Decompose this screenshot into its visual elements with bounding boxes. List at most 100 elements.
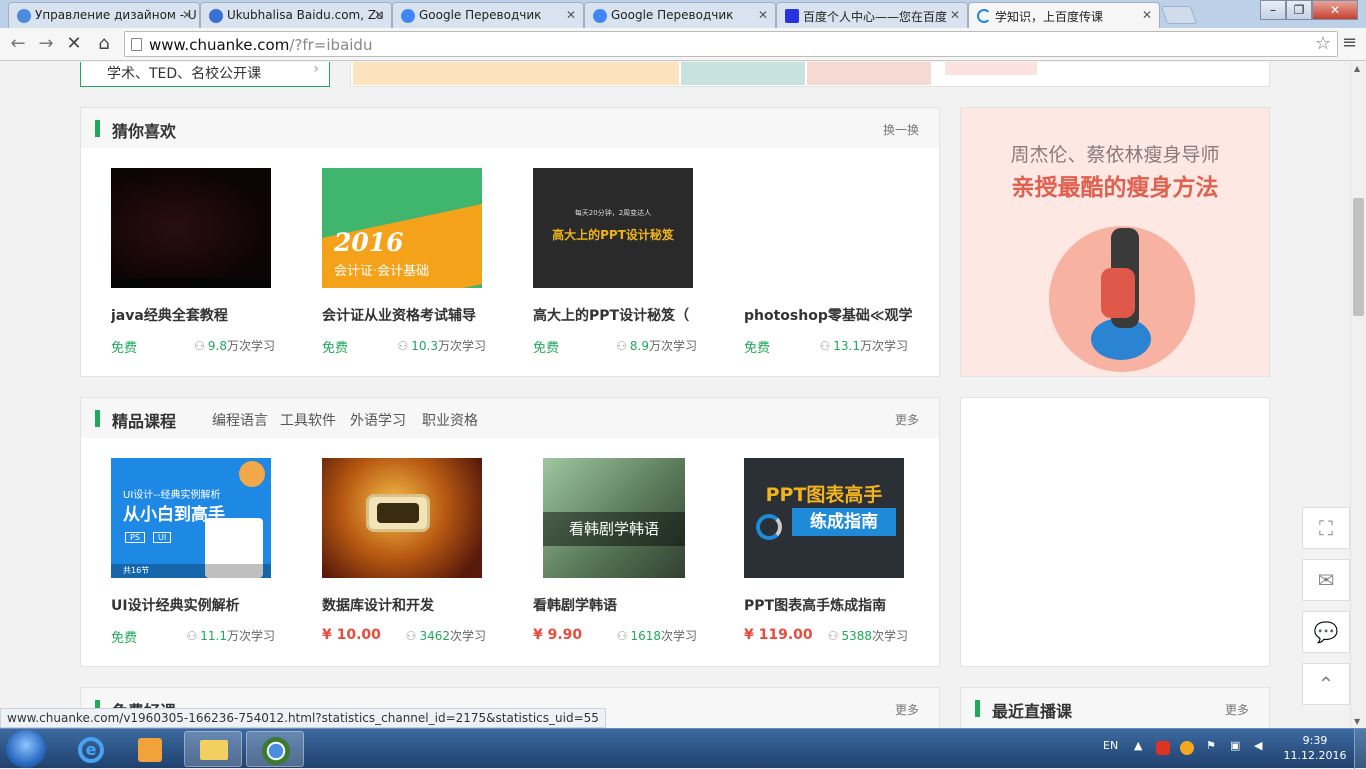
- banner-slide-2[interactable]: [681, 62, 805, 85]
- maximize-button[interactable]: ❐: [1286, 0, 1312, 20]
- user-icon: ⚇: [397, 339, 409, 353]
- close-icon[interactable]: ✕: [374, 8, 384, 22]
- language-indicator[interactable]: EN: [1103, 739, 1118, 752]
- system-clock[interactable]: 9:39 11.12.2016: [1280, 733, 1350, 763]
- taskbar-chrome[interactable]: [246, 731, 304, 767]
- course-thumbnail[interactable]: 每天20分钟，2周变达人 高大上的PPT设计秘笈: [533, 168, 693, 288]
- close-icon[interactable]: ✕: [566, 8, 576, 22]
- tab-4[interactable]: Google Переводчик ✕: [584, 2, 776, 28]
- more-link[interactable]: 更多: [1225, 701, 1249, 718]
- category-tab[interactable]: 外语学习: [350, 410, 406, 430]
- panel-header: 猜你喜欢 换一换: [81, 108, 939, 148]
- course-title[interactable]: PPT图表高手炼成指南: [744, 595, 914, 615]
- category-tab[interactable]: 工具软件: [280, 410, 336, 430]
- message-button[interactable]: ✉: [1302, 559, 1350, 601]
- tab-2[interactable]: Ukubhalisa Baidu.com, Zu ✕: [200, 2, 392, 28]
- close-icon[interactable]: ✕: [758, 8, 768, 22]
- more-link[interactable]: 更多: [895, 411, 919, 428]
- category-link[interactable]: 学术、TED、名校公开课 ›: [80, 62, 330, 87]
- tray-expand-icon[interactable]: ▲: [1134, 739, 1142, 752]
- taskbar-ie[interactable]: e: [62, 731, 120, 767]
- close-icon[interactable]: ✕: [1142, 8, 1152, 22]
- tray-flag-icon[interactable]: ⚑: [1206, 739, 1216, 752]
- vertical-scrollbar[interactable]: ▲ ▼: [1350, 62, 1366, 728]
- menu-icon[interactable]: ≡: [1342, 34, 1357, 52]
- thumb-text: PPT图表高手: [765, 484, 883, 506]
- panel-title: 最近直播课: [992, 702, 1073, 721]
- fitness-ad-banner[interactable]: 周杰伦、蔡依林瘦身导师 亲授最酷的瘦身方法: [960, 107, 1270, 377]
- category-tab[interactable]: 编程语言: [212, 410, 268, 430]
- user-icon: ⚇: [194, 339, 205, 353]
- new-tab-button[interactable]: [1160, 6, 1198, 24]
- browser-toolbar: ← → ✕ ⌂ www.chuanke.com/?fr=ibaidu ☆ ≡: [0, 28, 1366, 61]
- banner-strip[interactable]: [350, 62, 1270, 87]
- course-title[interactable]: UI设计经典实例解析: [111, 595, 281, 615]
- tab-favicon-icon: [209, 9, 223, 23]
- course-thumbnail[interactable]: PPT图表高手 练成指南: [744, 458, 904, 578]
- live-courses-panel: 最近直播课 更多: [960, 687, 1270, 728]
- course-title[interactable]: 看韩剧学韩语: [533, 595, 703, 615]
- start-button[interactable]: [6, 730, 46, 768]
- scroll-up-arrow-icon[interactable]: ▲: [1354, 64, 1360, 73]
- more-link[interactable]: 更多: [895, 701, 919, 718]
- scrollbar-thumb[interactable]: [1353, 198, 1364, 316]
- scroll-down-arrow-icon[interactable]: ▼: [1354, 717, 1360, 726]
- course-price: 免费: [744, 341, 771, 356]
- tab-title: Ukubhalisa Baidu.com, Zu: [227, 8, 384, 22]
- volume-icon[interactable]: ◀: [1254, 739, 1262, 752]
- back-icon[interactable]: ←: [6, 33, 30, 55]
- course-title[interactable]: 会计证从业资格考试辅导: [322, 305, 492, 325]
- address-bar[interactable]: www.chuanke.com/?fr=ibaidu ☆: [124, 31, 1338, 57]
- user-icon: ⚇: [616, 629, 628, 643]
- close-icon[interactable]: ✕: [950, 8, 960, 22]
- course-title[interactable]: 数据库设计和开发: [322, 595, 492, 615]
- banner-slide-3[interactable]: [807, 62, 931, 85]
- course-thumbnail[interactable]: [322, 458, 482, 578]
- course-price: 免费: [322, 341, 349, 356]
- side-blank-panel: [960, 397, 1270, 667]
- taskbar-explorer[interactable]: [184, 731, 242, 767]
- tray-app-icon[interactable]: [1180, 741, 1194, 755]
- thumb-text: 会计证·会计基础: [334, 264, 430, 279]
- tab-strip: Управление дизайном - U ✕ Ukubhalisa Bai…: [0, 0, 1366, 29]
- chat-button[interactable]: 💬: [1302, 611, 1350, 653]
- banner-slide-1[interactable]: [353, 62, 679, 85]
- tab-title: Google Переводчик: [419, 8, 542, 22]
- course-price: ¥ 119.00: [744, 627, 813, 643]
- tab-3[interactable]: Google Переводчик ✕: [392, 2, 584, 28]
- forward-icon[interactable]: →: [34, 33, 58, 55]
- course-title[interactable]: java经典全套教程: [111, 305, 281, 325]
- tray-app-icon[interactable]: [1156, 741, 1170, 755]
- learner-count: ⚇ 10.3万次学习: [397, 339, 486, 353]
- stop-icon[interactable]: ✕: [62, 33, 86, 55]
- network-icon[interactable]: ▣: [1230, 739, 1240, 752]
- tab-5[interactable]: 百度个人中心——您在百度 ✕: [776, 2, 968, 28]
- back-to-top-button[interactable]: ⌃: [1302, 663, 1350, 705]
- course-thumbnail[interactable]: 2016 会计证·会计基础: [322, 168, 482, 288]
- tab-1[interactable]: Управление дизайном - U ✕: [8, 2, 200, 28]
- course-title[interactable]: 高大上的PPT设计秘笈（: [533, 305, 703, 325]
- course-thumbnail[interactable]: 看韩剧学韩语: [543, 458, 685, 578]
- qr-code-button[interactable]: ⛶: [1302, 507, 1350, 549]
- database-graphic: [366, 494, 430, 532]
- home-icon[interactable]: ⌂: [92, 33, 116, 55]
- internet-explorer-icon: e: [78, 737, 104, 763]
- tab-6-active[interactable]: 学知识，上百度传课 ✕: [968, 2, 1160, 29]
- show-desktop-button[interactable]: [1354, 729, 1366, 769]
- taskbar-media-player[interactable]: [122, 731, 180, 767]
- chrome-icon: [262, 737, 290, 765]
- minimize-button[interactable]: –: [1260, 0, 1286, 20]
- accent-bar: [95, 410, 100, 427]
- category-tab[interactable]: 职业资格: [422, 410, 478, 430]
- banner-slide-4[interactable]: [945, 62, 1037, 75]
- bookmark-star-icon[interactable]: ☆: [1315, 33, 1331, 54]
- close-window-button[interactable]: ✕: [1312, 0, 1358, 20]
- panel-title: 猜你喜欢: [112, 122, 177, 141]
- ad-person-graphic: [1101, 268, 1135, 318]
- google-translate-icon: [593, 9, 607, 23]
- course-title[interactable]: photoshop零基础≪观学: [744, 305, 914, 325]
- close-icon[interactable]: ✕: [182, 8, 192, 22]
- course-thumbnail[interactable]: UI设计--经典实例解析 从小白到高手 PS UI 共16节: [111, 458, 271, 578]
- refresh-link[interactable]: 换一换: [883, 121, 919, 138]
- course-thumbnail[interactable]: [111, 168, 271, 288]
